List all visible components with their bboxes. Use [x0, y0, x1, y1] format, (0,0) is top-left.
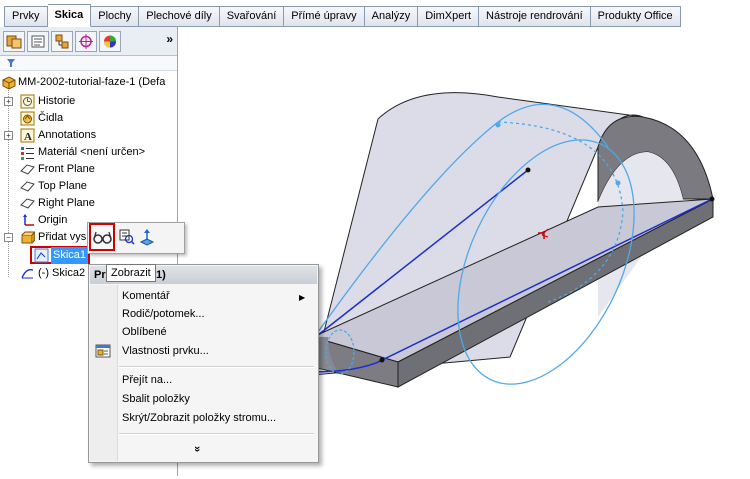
origin-icon: [23, 214, 34, 226]
tree-item-label: Přidat vys: [38, 231, 87, 243]
menu-item-sbalit-polozky[interactable]: Sbalit položky: [122, 389, 190, 409]
more-tabs-button[interactable]: »: [166, 32, 173, 46]
tree-item-label: (-) Skica2: [38, 267, 86, 279]
tab-skica[interactable]: Skica: [47, 4, 92, 27]
context-toolbar: [87, 222, 185, 254]
tab-list: Prvky Skica Plochy Plechové díly Svařová…: [4, 4, 681, 27]
tree-item-label: Origin: [38, 214, 68, 226]
menu-expand-chevron-icon[interactable]: »: [191, 446, 203, 452]
tree-item-label: Front Plane: [38, 163, 95, 175]
menu-item-skryt-zobrazit[interactable]: Skrýt/Zobrazit položky stromu...: [122, 408, 276, 428]
configuration-manager-tab[interactable]: [51, 31, 73, 52]
tab-plechove-dily[interactable]: Plechové díly: [139, 6, 220, 27]
tab-svarovani[interactable]: Svařování: [219, 6, 285, 27]
menu-item-rodic-potomek[interactable]: Rodič/potomek...: [122, 304, 205, 324]
menu-item-prejit-na[interactable]: Přejít na...: [122, 370, 172, 390]
tree-item-label: Skica1: [51, 247, 89, 264]
color-wheel-icon: [104, 35, 116, 48]
menu-separator: [119, 366, 314, 368]
menu-icon-gutter: [90, 285, 118, 461]
tooltip: Zobrazit: [106, 264, 156, 282]
plane-icon: [20, 198, 35, 209]
feature-manager-tab[interactable]: [3, 31, 25, 52]
extrude-icon: [21, 231, 35, 244]
tree-root-label: MM-2002-tutorial-faze-1 (Defa: [18, 76, 166, 88]
dimxpert-manager-tab[interactable]: [75, 31, 97, 52]
menu-header-text: Pr: [94, 269, 106, 281]
tree-item-label: Čidla: [38, 112, 64, 124]
tab-prime-upravy[interactable]: Přímé úpravy: [284, 6, 365, 27]
command-manager-tabs: Prvky Skica Plochy Plechové díly Svařová…: [0, 0, 750, 27]
sketch-point: [495, 122, 501, 128]
feature-properties-icon: [95, 344, 111, 358]
filter-icon[interactable]: [6, 58, 16, 68]
zoom-to-selection-icon[interactable]: [119, 229, 135, 245]
sketch-point: [379, 357, 385, 363]
tab-nastroje-rendrovani[interactable]: Nástroje rendrování: [479, 6, 591, 27]
expand-icon[interactable]: +: [4, 97, 13, 106]
normal-to-icon[interactable]: [139, 228, 155, 246]
configuration-icon: [55, 34, 69, 49]
property-manager-tab[interactable]: [27, 31, 49, 52]
tree-connector-line: [8, 87, 9, 277]
sketch-point: [615, 180, 621, 186]
glasses-icon: [93, 231, 112, 244]
material-icon: [21, 147, 34, 160]
svg-text:A: A: [24, 131, 32, 143]
tab-plochy[interactable]: Plochy: [91, 6, 140, 27]
menu-header-text-tail: 1): [156, 269, 166, 281]
tree-item-label: Materiál <není určen>: [38, 146, 146, 158]
crosshair-icon: [79, 34, 93, 49]
show-button[interactable]: [89, 223, 115, 251]
menu-item-vlastnosti-prvku[interactable]: Vlastnosti prvku...: [122, 341, 209, 361]
menu-item-komentar[interactable]: Komentář: [122, 286, 170, 306]
plane-icon: [20, 181, 35, 192]
tab-dimxpert[interactable]: DimXpert: [418, 6, 480, 27]
menu-separator: [119, 433, 314, 435]
sketch-point: [709, 196, 715, 202]
submenu-arrow-icon: ▶: [299, 293, 306, 302]
sketch-icon: [34, 248, 49, 263]
filter-bar: [0, 56, 177, 71]
tree-item-skica1[interactable]: Skica1: [30, 246, 90, 264]
sketch-icon: [21, 269, 34, 279]
collapse-icon[interactable]: −: [4, 233, 13, 242]
tree-item-label: Top Plane: [38, 180, 87, 192]
annotation-icon: A: [20, 128, 35, 143]
property-icon: [31, 35, 45, 48]
context-menu: Pr 1) Komentář ▶ Rodič/potomek... Oblíbe…: [88, 264, 319, 463]
sensor-icon: [20, 111, 35, 126]
plane-icon: [20, 164, 35, 175]
feature-tree-icon: [6, 35, 22, 49]
tree-item-label: Historie: [38, 95, 76, 107]
tab-analyzy[interactable]: Analýzy: [364, 6, 419, 27]
part-icon: [2, 76, 16, 90]
tab-prvky[interactable]: Prvky: [4, 6, 48, 27]
menu-item-oblibene[interactable]: Oblíbené: [122, 322, 167, 342]
display-manager-tab[interactable]: [99, 31, 121, 52]
tab-produkty-office[interactable]: Produkty Office: [590, 6, 681, 27]
history-icon: [20, 94, 35, 109]
tree-item-label: Right Plane: [38, 197, 95, 209]
sketch-point: [525, 167, 531, 173]
panel-toolbar: »: [0, 27, 177, 56]
tree-item-label: Annotations: [38, 129, 97, 141]
expand-icon[interactable]: +: [4, 131, 13, 140]
